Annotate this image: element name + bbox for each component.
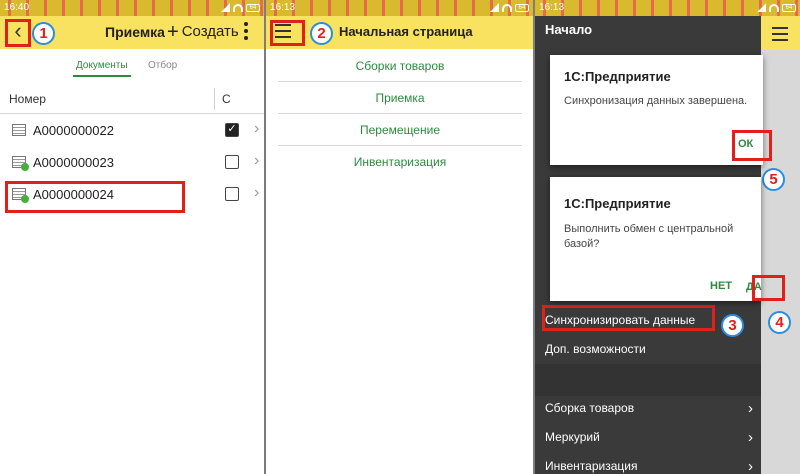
highlight-ok — [732, 130, 772, 161]
table-row[interactable]: А0000000022 ✓ › — [0, 115, 264, 147]
table-header: Номер С — [0, 84, 264, 114]
battery-icon: 64 — [246, 3, 260, 12]
wifi-icon — [769, 3, 779, 12]
menu-item-mercury[interactable]: Меркурий › — [535, 423, 761, 452]
document-icon — [12, 124, 26, 136]
menu-label: Сборка товаров — [545, 401, 635, 415]
wifi-icon — [233, 3, 243, 12]
chevron-right-icon: › — [254, 184, 260, 201]
document-number: А0000000023 — [33, 155, 114, 170]
menu-item-receiving[interactable]: Приемка — [278, 82, 522, 114]
table-row[interactable]: А0000000023 › — [0, 147, 264, 179]
menu-label: Инвентаризация — [545, 459, 638, 473]
page-title: Начальная страница — [339, 24, 473, 39]
status-time: 16:40 — [4, 2, 30, 13]
dialog-title: 1С:Предприятие — [564, 196, 671, 211]
status-time: 16:13 — [270, 2, 296, 13]
page-title: Приемка — [105, 24, 165, 40]
drawer-title: Начало — [545, 22, 593, 37]
menu-item-transfer[interactable]: Перемещение — [278, 114, 522, 146]
highlight-yes — [752, 275, 785, 301]
callout-5: 5 — [762, 168, 785, 191]
exchange-dialog: 1С:Предприятие Выполнить обмен с централ… — [550, 177, 762, 301]
tab-filter[interactable]: Отбор — [148, 60, 177, 71]
receiving-screen: 16:40 64 ‹ 1 Приемка + Создать Документы … — [0, 0, 264, 474]
no-button[interactable]: НЕТ — [710, 280, 732, 292]
create-label: Создать — [181, 23, 239, 40]
home-menu: Сборки товаров Приемка Перемещение Инвен… — [278, 50, 522, 178]
document-number: А0000000022 — [33, 123, 114, 138]
menu-item-extra[interactable]: Доп. возможности — [535, 335, 761, 364]
tab-documents[interactable]: Документы — [73, 60, 131, 77]
dialog-message: Выполнить обмен с центральной базой? — [564, 223, 734, 250]
wifi-icon — [502, 3, 512, 12]
callout-4: 4 — [768, 311, 791, 334]
column-number[interactable]: Номер — [9, 92, 46, 106]
status-time: 16:13 — [539, 2, 565, 13]
callout-3: 3 — [721, 314, 744, 337]
status-bar: 16:13 64 — [535, 0, 800, 16]
create-button[interactable]: + Создать — [167, 21, 239, 44]
signal-icon — [221, 3, 230, 12]
column-check[interactable]: С — [222, 92, 231, 106]
drawer-menu-lower: Сборка товаров › Меркурий › Инвентаризация… — [535, 394, 761, 474]
status-bar: 16:40 64 — [0, 0, 264, 16]
chevron-right-icon: › — [254, 152, 260, 169]
highlight-back — [5, 19, 31, 47]
menu-label: Меркурий — [545, 430, 600, 444]
home-screen: 16:13 64 2 Начальная страница Сборки тов… — [266, 0, 533, 474]
callout-2: 2 — [310, 22, 333, 45]
chevron-right-icon: › — [748, 429, 753, 446]
more-menu-icon[interactable] — [244, 22, 250, 43]
divider — [535, 364, 761, 396]
chevron-right-icon: › — [254, 120, 260, 137]
drawer-screen: 16:13 64 Начало Синхронизировать данные … — [535, 0, 800, 474]
checkbox[interactable] — [225, 187, 239, 201]
menu-item-inventory[interactable]: Инвентаризация › — [535, 452, 761, 474]
chevron-right-icon: › — [748, 458, 753, 474]
tab-bar: Документы Отбор — [0, 56, 264, 78]
hamburger-menu-icon[interactable] — [772, 27, 788, 45]
highlight-menu — [270, 20, 305, 46]
dialog-message: Синхронизация данных завершена. — [564, 95, 748, 107]
checkbox-checked[interactable]: ✓ — [225, 123, 239, 137]
battery-icon: 64 — [782, 3, 796, 12]
menu-item-assemblies[interactable]: Сборки товаров — [278, 50, 522, 82]
menu-item-assembly[interactable]: Сборка товаров › — [535, 394, 761, 423]
callout-1: 1 — [32, 22, 55, 45]
checkbox[interactable] — [225, 155, 239, 169]
signal-icon — [490, 3, 499, 12]
dialog-title: 1С:Предприятие — [564, 69, 671, 84]
highlight-row — [5, 181, 185, 213]
menu-item-inventory[interactable]: Инвентаризация — [278, 146, 522, 178]
content-behind-drawer — [761, 16, 800, 474]
plus-icon: + — [167, 21, 179, 43]
battery-icon: 64 — [515, 3, 529, 12]
status-bar: 16:13 64 — [266, 0, 533, 16]
highlight-sync — [542, 305, 715, 331]
chevron-right-icon: › — [748, 400, 753, 417]
signal-icon — [757, 3, 766, 12]
check-badge-icon — [21, 163, 29, 171]
